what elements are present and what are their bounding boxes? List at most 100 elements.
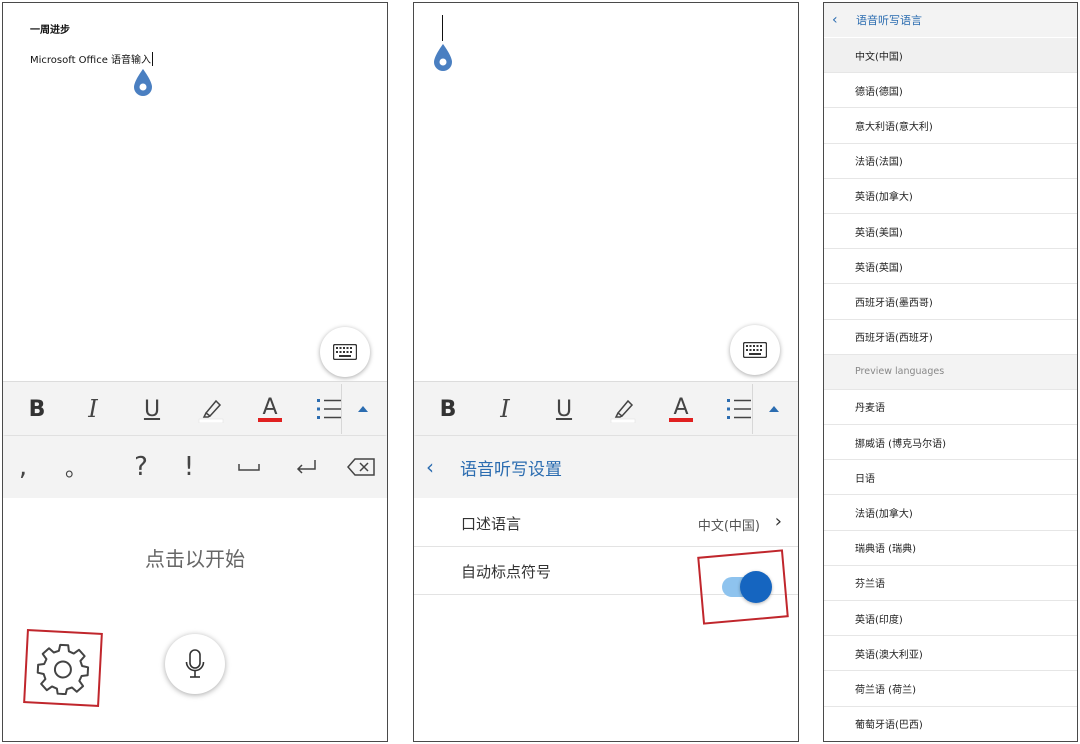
text-caret xyxy=(152,52,154,66)
language-item[interactable]: 中文(中国) xyxy=(824,38,1077,74)
space-icon xyxy=(238,464,260,471)
punctuation-bar: , 。 ? ! xyxy=(3,436,387,498)
italic-button[interactable]: I xyxy=(485,382,525,436)
language-item[interactable]: 英语(澳大利亚) xyxy=(824,636,1077,672)
tap-to-start-label[interactable]: 点击以开始 xyxy=(3,543,387,572)
keyboard-icon xyxy=(743,342,767,358)
toolbar-divider xyxy=(752,384,753,434)
document-title: 一周进步 xyxy=(30,25,70,36)
language-item-label: 德语(德国) xyxy=(855,86,903,98)
back-chevron-icon[interactable]: ‹ xyxy=(832,12,848,28)
language-item[interactable]: 芬兰语 xyxy=(824,566,1077,601)
language-item-label: 瑞典语 (瑞典) xyxy=(855,544,916,556)
language-item-label: 英语(加拿大) xyxy=(855,192,913,204)
expand-toolbar-button[interactable] xyxy=(343,382,383,436)
toolbar-divider xyxy=(341,384,342,434)
language-list: 中文(中国) 德语(德国) 意大利语(意大利) 法语(法国) 英语(加拿大) 英语(美国)… xyxy=(824,38,1077,741)
language-item[interactable]: 德语(德国) xyxy=(824,73,1077,109)
exclamation-key[interactable]: ! xyxy=(169,436,209,498)
language-item[interactable]: 意大利语(意大利) xyxy=(824,108,1077,144)
language-item[interactable]: 英语(美国) xyxy=(824,214,1077,250)
language-item-label: 法语(加拿大) xyxy=(855,509,913,521)
highlight-button[interactable] xyxy=(603,382,643,436)
settings-highlight-box xyxy=(23,629,103,707)
language-item[interactable]: 法语(加拿大) xyxy=(824,495,1077,531)
language-item[interactable]: 葡萄牙语(巴西) xyxy=(824,707,1077,741)
language-item-label: 芬兰语 xyxy=(855,579,885,591)
caret-up-icon xyxy=(358,406,368,412)
bullet-list-button[interactable] xyxy=(719,382,759,436)
language-item-label: 意大利语(意大利) xyxy=(855,121,933,133)
period-key[interactable]: 。 xyxy=(56,436,96,498)
language-item-label: 挪威语 (博克马尔语) xyxy=(855,438,946,450)
bold-button[interactable]: B xyxy=(17,382,57,436)
language-item-label: 葡萄牙语(巴西) xyxy=(855,720,923,732)
language-item-label: 英语(澳大利亚) xyxy=(855,649,923,661)
expand-toolbar-button[interactable] xyxy=(754,382,794,436)
language-item[interactable]: 法语(法国) xyxy=(824,144,1077,179)
language-list-title: 语音听写语言 xyxy=(856,14,922,27)
dictation-language-label: 口述语言 xyxy=(461,515,522,533)
language-item-label: 丹麦语 xyxy=(855,403,885,415)
font-color-button[interactable]: A xyxy=(661,382,701,436)
keyboard-toggle-button[interactable] xyxy=(730,325,780,375)
language-item[interactable]: 西班牙语(墨西哥) xyxy=(824,284,1077,320)
section-header-label: Preview languages xyxy=(855,366,945,378)
language-item-label: 西班牙语(墨西哥) xyxy=(855,297,933,309)
language-item[interactable]: 瑞典语 (瑞典) xyxy=(824,531,1077,566)
settings-title: 语音听写设置 xyxy=(460,459,562,480)
cursor-handle-icon[interactable] xyxy=(132,68,154,98)
bold-button[interactable]: B xyxy=(428,382,468,436)
dictation-language-row[interactable]: 口述语言 中文(中国) › xyxy=(414,499,798,547)
microphone-button[interactable] xyxy=(165,634,225,694)
language-item[interactable]: 英语(加拿大) xyxy=(824,179,1077,214)
highlight-button[interactable] xyxy=(191,382,231,436)
language-item-label: 英语(英国) xyxy=(855,262,903,274)
language-item[interactable]: 英语(印度) xyxy=(824,601,1077,637)
cursor-handle-icon[interactable] xyxy=(432,43,454,73)
format-toolbar: B I U A xyxy=(414,381,798,435)
underline-button[interactable]: U xyxy=(544,382,584,436)
keyboard-toggle-button[interactable] xyxy=(320,327,370,377)
back-chevron-icon[interactable]: ‹ xyxy=(426,455,448,479)
chevron-right-icon: › xyxy=(774,511,782,532)
enter-key[interactable] xyxy=(286,436,326,498)
language-item[interactable]: 英语(英国) xyxy=(824,249,1077,285)
highlighter-icon xyxy=(610,399,636,423)
highlighter-icon xyxy=(198,399,224,423)
caret-up-icon xyxy=(769,406,779,412)
svg-text:A: A xyxy=(262,395,277,420)
space-key[interactable] xyxy=(229,436,269,498)
dictation-panel: 一周进步 Microsoft Office 语音输入 B I U A , 。 ?… xyxy=(2,2,388,742)
language-item[interactable]: 荷兰语 (荷兰) xyxy=(824,671,1077,707)
section-header: Preview languages xyxy=(824,354,1077,390)
language-item-label: 英语(美国) xyxy=(855,227,903,239)
auto-punctuation-toggle[interactable] xyxy=(720,571,772,603)
language-item-label: 英语(印度) xyxy=(855,614,903,626)
italic-button[interactable]: I xyxy=(73,382,113,436)
text-caret xyxy=(442,15,443,41)
underline-button[interactable]: U xyxy=(132,382,172,436)
backspace-key[interactable] xyxy=(341,436,381,498)
keyboard-icon xyxy=(333,344,357,360)
document-text: Microsoft Office 语音输入 xyxy=(30,55,152,66)
auto-punctuation-label: 自动标点符号 xyxy=(461,563,552,581)
dictation-language-panel: ‹ 语音听写语言 中文(中国) 德语(德国) 意大利语(意大利) 法语(法国) 英语(加… xyxy=(823,2,1078,742)
language-item-label: 西班牙语(西班牙) xyxy=(855,333,933,345)
language-item[interactable]: 日语 xyxy=(824,460,1077,496)
bullet-list-icon xyxy=(317,399,341,419)
settings-gear-icon[interactable] xyxy=(35,640,92,697)
enter-icon xyxy=(296,460,316,474)
document-text-line[interactable]: Microsoft Office 语音输入 xyxy=(30,51,154,66)
language-item[interactable]: 西班牙语(西班牙) xyxy=(824,320,1077,355)
language-list-header: ‹ 语音听写语言 xyxy=(824,3,1077,37)
comma-key[interactable]: , xyxy=(3,436,43,498)
dictation-settings-panel: B I U A ‹ 语音听写设置 口述语言 中文(中国) › 自动标点符号 xyxy=(413,2,799,742)
language-item-label: 荷兰语 (荷兰) xyxy=(855,684,916,696)
settings-header: ‹ 语音听写设置 xyxy=(414,436,798,498)
question-key[interactable]: ? xyxy=(121,436,161,498)
font-color-button[interactable]: A xyxy=(250,382,290,436)
format-toolbar: B I U A xyxy=(3,381,387,435)
language-item[interactable]: 丹麦语 xyxy=(824,390,1077,426)
language-item[interactable]: 挪威语 (博克马尔语) xyxy=(824,425,1077,461)
